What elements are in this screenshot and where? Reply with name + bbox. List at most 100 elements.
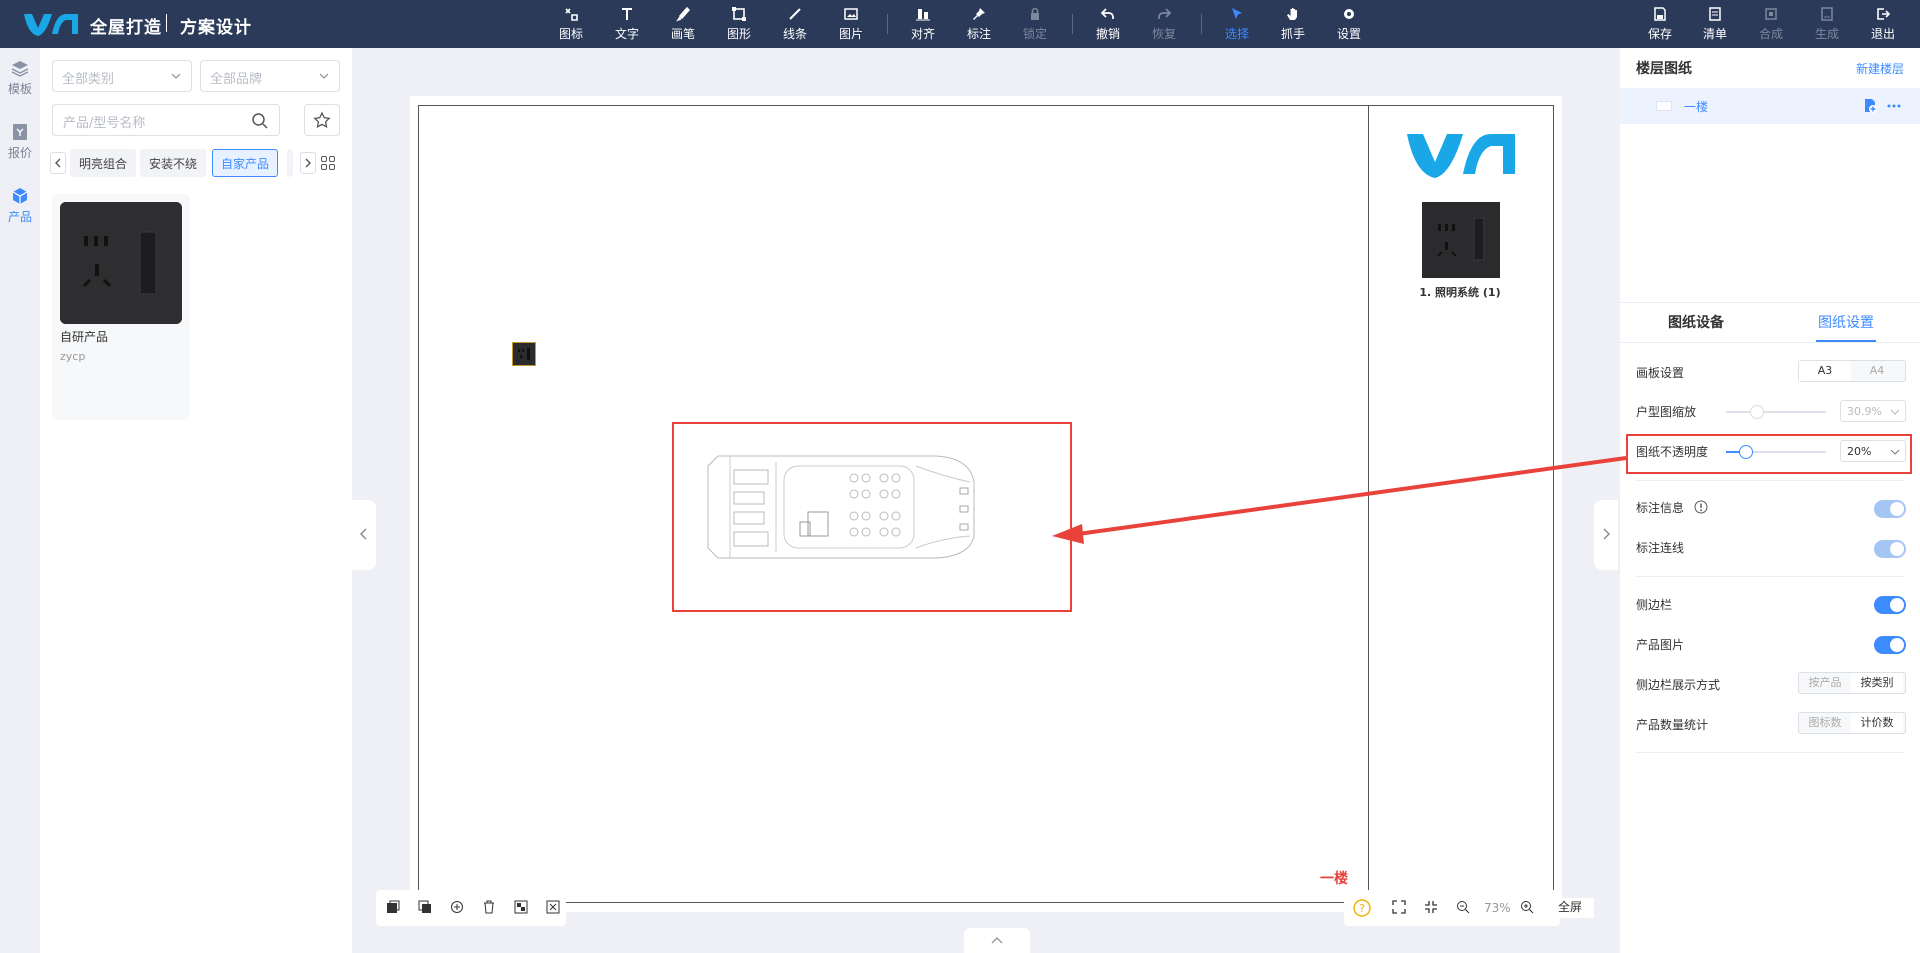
undo-button[interactable]: 撤销 — [1085, 6, 1131, 42]
chips-prev-button[interactable] — [50, 152, 66, 174]
tab-settings[interactable]: 图纸设置 — [1818, 312, 1874, 332]
mark-info-toggle[interactable] — [1874, 500, 1906, 518]
bottom-zoom-toolbar: ? 73% — [1344, 890, 1560, 926]
undo-icon — [1100, 8, 1114, 19]
tool-label: 合成 — [1758, 27, 1783, 41]
redo-icon — [1158, 8, 1172, 19]
count-by-price[interactable]: 计价数 — [1851, 713, 1903, 733]
zoom-level: 73% — [1484, 901, 1511, 915]
search-icon[interactable] — [251, 112, 269, 130]
product-image-toggle[interactable] — [1874, 636, 1906, 654]
fullscreen-button[interactable]: 全屏 — [1558, 898, 1594, 918]
more-icon[interactable] — [1886, 98, 1902, 114]
category-select[interactable]: 全部类别 — [52, 60, 192, 92]
board-size-toggle[interactable]: A3 A4 — [1798, 360, 1906, 382]
floor-plans-title: 楼层图纸 — [1636, 61, 1692, 77]
canvas-logo-icon — [1398, 126, 1524, 182]
sidebar-mode-by-product[interactable]: 按产品 — [1799, 673, 1851, 693]
chip-own-products[interactable]: 自家产品 — [212, 149, 279, 177]
copy-icon[interactable] — [450, 900, 464, 914]
placed-socket-icon[interactable] — [512, 342, 536, 366]
delete-icon[interactable] — [482, 900, 496, 914]
sidebar-mode-toggle[interactable]: 按产品 按类别 — [1798, 672, 1906, 694]
search-input[interactable]: 产品/型号名称 — [52, 104, 280, 136]
count-mode-toggle[interactable]: 图标数 计价数 — [1798, 712, 1906, 734]
fit-screen-icon[interactable] — [1424, 900, 1438, 914]
scale-slider-knob[interactable] — [1750, 405, 1764, 419]
shape-tool-button[interactable]: 图形 — [716, 6, 762, 42]
nav-template[interactable]: 模板 — [0, 58, 40, 97]
tool-label: 退出 — [1870, 27, 1895, 41]
brand-select[interactable]: 全部品牌 — [200, 60, 340, 92]
add-file-icon[interactable] — [1862, 98, 1878, 114]
list-button[interactable]: 清单 — [1692, 6, 1738, 42]
help-icon[interactable]: ? — [1352, 898, 1372, 918]
expand-bottom-button[interactable] — [964, 928, 1030, 953]
exit-button[interactable]: 退出 — [1860, 6, 1906, 42]
collapse-right-panel-button[interactable] — [1594, 500, 1618, 570]
divider — [1636, 752, 1904, 753]
icon-tool-button[interactable]: 图标 — [548, 6, 594, 42]
toolbar-divider — [887, 14, 888, 34]
generate-button[interactable]: 生成 — [1804, 6, 1850, 42]
brush-tool-button[interactable]: 画笔 — [660, 6, 706, 42]
divider — [1636, 576, 1904, 577]
settings-tool-button[interactable]: 设置 — [1326, 6, 1372, 42]
info-icon[interactable] — [1694, 500, 1708, 514]
align-tool-button[interactable]: 对齐 — [900, 6, 946, 42]
compose-button[interactable]: 合成 — [1748, 6, 1794, 42]
send-back-icon[interactable] — [418, 900, 432, 914]
count-by-icon[interactable]: 图标数 — [1799, 713, 1851, 733]
annotate-tool-button[interactable]: 标注 — [956, 6, 1002, 42]
legend-label: 1. 照明系统 (1) — [1419, 286, 1501, 299]
toolbar-divider — [1072, 14, 1073, 34]
mark-line-toggle[interactable] — [1874, 540, 1906, 558]
select-tool-button[interactable]: 选择 — [1214, 6, 1260, 42]
image-tool-button[interactable]: 图片 — [828, 6, 874, 42]
sidebar-mode-by-category[interactable]: 按类别 — [1851, 673, 1903, 693]
sidebar-mode-label: 侧边栏展示方式 — [1636, 678, 1721, 692]
redo-button[interactable]: 恢复 — [1141, 6, 1187, 42]
zoom-in-icon[interactable] — [1520, 900, 1534, 914]
nav-quote[interactable]: 报价 — [0, 122, 40, 161]
favorite-button[interactable] — [304, 104, 340, 136]
lock-tool-button[interactable]: 锁定 — [1012, 6, 1058, 42]
chip-bright-combo[interactable]: 明亮组合 — [70, 149, 137, 177]
flip-icon[interactable] — [514, 900, 528, 914]
scale-slider[interactable] — [1726, 405, 1826, 419]
line-tool-button[interactable]: 线条 — [772, 6, 818, 42]
collapse-left-panel-button[interactable] — [352, 500, 376, 570]
image-icon — [844, 8, 858, 20]
tool-label: 图标 — [558, 27, 583, 41]
tab-devices[interactable]: 图纸设备 — [1668, 312, 1724, 332]
grid-view-icon[interactable] — [320, 155, 336, 171]
scale-dropdown[interactable]: 30.9% — [1840, 400, 1906, 422]
fit-icon[interactable] — [546, 900, 560, 914]
legend-product-image[interactable] — [1422, 202, 1500, 278]
sidebar-toggle[interactable] — [1874, 596, 1906, 614]
brush-icon — [676, 6, 691, 22]
chips-next-button[interactable] — [300, 152, 316, 174]
chip-install[interactable]: 安装不绕 — [140, 149, 207, 177]
hand-tool-button[interactable]: 抓手 — [1270, 6, 1316, 42]
save-button[interactable]: 保存 — [1637, 6, 1683, 42]
board-option-a3[interactable]: A3 — [1799, 361, 1851, 381]
mark-info-label: 标注信息 — [1636, 499, 1684, 516]
product-card[interactable]: 自研产品 zycp — [52, 194, 190, 420]
category-placeholder: 全部类别 — [62, 72, 115, 87]
text-tool-button[interactable]: 文字 — [604, 6, 650, 42]
board-option-a4[interactable]: A4 — [1851, 361, 1903, 381]
floor-row[interactable]: 一楼 — [1620, 88, 1920, 124]
legend-divider — [1368, 105, 1369, 903]
fullscreen-icon[interactable] — [1392, 900, 1406, 914]
zoom-out-icon[interactable] — [1456, 900, 1470, 914]
chip-overflow — [287, 149, 293, 177]
tool-label: 文字 — [614, 27, 639, 41]
shape-icon — [732, 7, 746, 21]
nav-product[interactable]: 产品 — [0, 186, 40, 225]
section-divider — [1620, 302, 1920, 303]
tool-label: 画笔 — [670, 27, 695, 41]
count-label: 产品数量统计 — [1636, 718, 1709, 732]
bring-front-icon[interactable] — [386, 900, 400, 914]
new-floor-link[interactable]: 新建楼层 — [1856, 60, 1904, 77]
